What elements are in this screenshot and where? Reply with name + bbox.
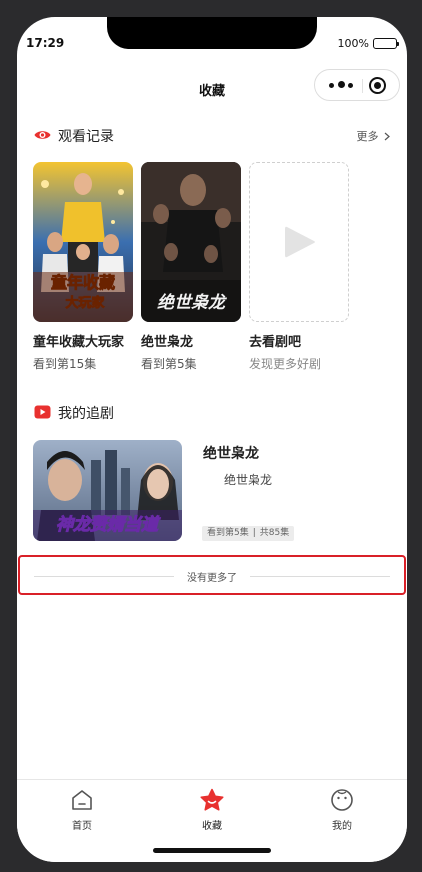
list-end-indicator: 没有更多了 [18,555,406,595]
follow-poster-title: 神龙赘婿当道 [56,515,161,535]
tab-favorites-label: 收藏 [202,821,222,832]
capsule-divider [362,79,363,93]
discover-more-card[interactable]: 去看剧吧 发现更多好剧 [249,162,350,372]
battery-percentage: 100% [337,37,369,50]
follow-item-title: 绝世枭龙 [203,446,259,462]
poster-placeholder [249,162,349,322]
divider-line [250,576,390,577]
eye-icon [34,131,51,139]
tab-profile[interactable]: 我的 [302,788,382,832]
poster-image: 童年收藏 大玩家 [33,162,133,322]
phone-screen: 17:29 100% 收藏 观看记录 更多 童年收藏 大玩家 童年收藏大玩家 看… [17,17,407,862]
mini-program-capsule [314,69,400,101]
history-more-link[interactable]: 更多 [357,128,391,144]
follow-item-subtitle: 绝世枭龙 [224,473,273,487]
poster-image: 绝世枭龙 [141,162,241,322]
progress-separator: | [252,528,256,538]
chevron-right-icon [384,132,390,141]
history-item-progress: 看到第5集 [141,357,197,371]
star-icon [200,788,224,811]
discover-subtitle: 发现更多好剧 [249,357,322,371]
history-item-progress: 看到第15集 [33,357,97,371]
history-list: 童年收藏 大玩家 童年收藏大玩家 看到第15集 绝世枭龙 绝世枭龙 看到第5集 … [33,162,393,372]
poster-title-line-2: 大玩家 [65,295,105,311]
more-dots-icon[interactable] [329,81,355,89]
home-indicator [153,848,271,853]
play-icon [285,226,315,258]
tab-favorites[interactable]: 收藏 [172,788,252,832]
tab-home[interactable]: 首页 [42,788,122,832]
follow-item[interactable]: 神龙赘婿当道 绝世枭龙 绝世枭龙 看到第5集 | 共85集 [33,440,391,542]
face-icon [331,789,353,811]
history-card-1[interactable]: 童年收藏 大玩家 童年收藏大玩家 看到第15集 [33,162,134,372]
status-bar: 17:29 100% [17,17,407,61]
poster-title-line-1: 童年收藏 [51,273,115,292]
history-item-title: 童年收藏大玩家 [33,335,125,350]
tab-home-label: 首页 [72,821,92,832]
battery-icon [373,38,399,49]
poster-title: 绝世枭龙 [157,293,228,313]
follow-title: 我的追剧 [58,406,114,422]
play-box-icon [34,405,51,419]
tab-profile-label: 我的 [332,821,352,832]
close-target-icon[interactable] [369,77,386,94]
follow-header: 我的追剧 [34,402,390,424]
follow-watched: 看到第5集 [207,528,249,538]
home-icon [72,790,92,810]
follow-poster-image: 神龙赘婿当道 [33,440,182,541]
history-item-title: 绝世枭龙 [141,335,194,350]
history-more-label: 更多 [356,130,379,143]
history-card-2[interactable]: 绝世枭龙 绝世枭龙 看到第5集 [141,162,242,372]
history-title: 观看记录 [58,129,114,145]
history-header: 观看记录 更多 [34,125,390,147]
status-time: 17:29 [26,36,65,50]
discover-title: 去看剧吧 [249,335,302,350]
follow-total: 共85集 [259,528,290,538]
follow-progress-badge: 看到第5集 | 共85集 [202,526,295,541]
